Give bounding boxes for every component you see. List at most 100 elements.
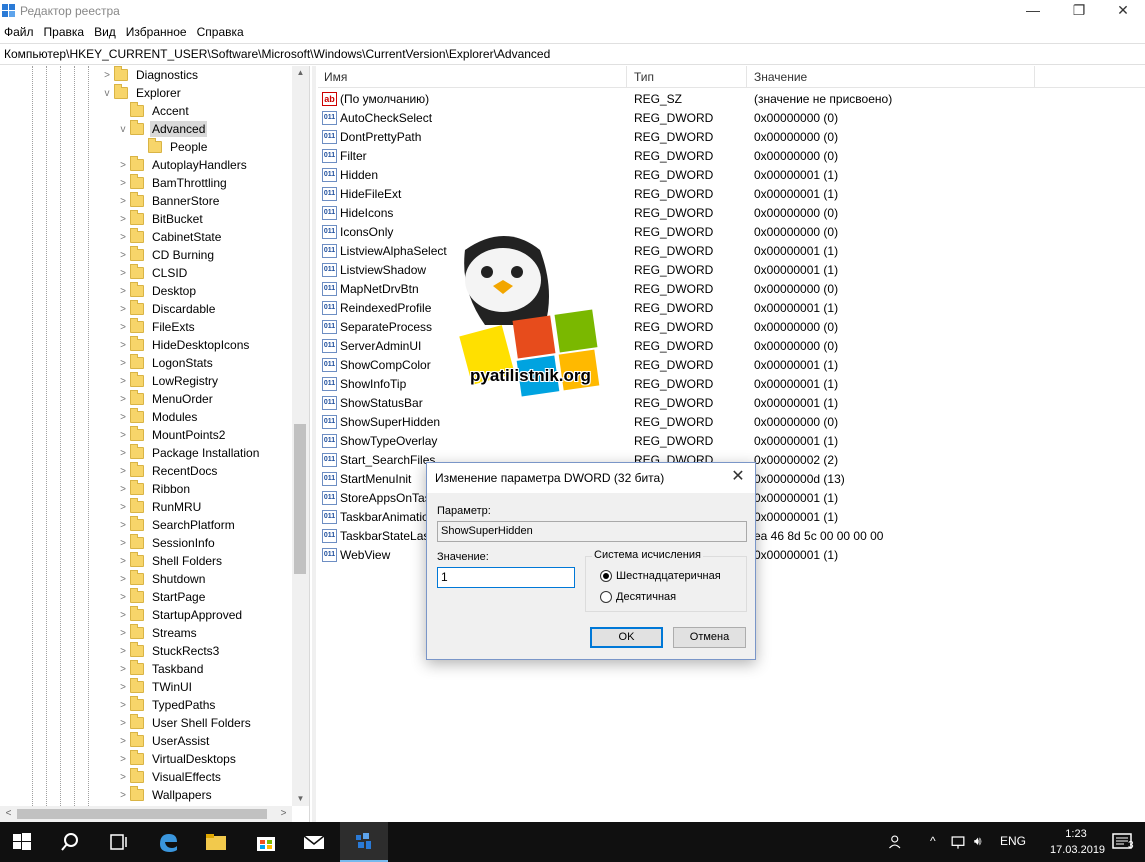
value-row[interactable]: 011 Hidden REG_DWORD 0x00000001 (1) <box>318 166 1145 185</box>
chevron-right-icon[interactable]: > <box>116 700 130 711</box>
chevron-right-icon[interactable]: > <box>100 70 114 81</box>
chevron-right-icon[interactable]: > <box>116 448 130 459</box>
chevron-right-icon[interactable]: > <box>116 466 130 477</box>
column-name[interactable]: Имя <box>324 70 347 84</box>
tree-item[interactable]: > RecentDocs <box>116 462 219 480</box>
people-icon[interactable] <box>888 830 906 854</box>
menu-help[interactable]: Справка <box>193 22 250 43</box>
menu-edit[interactable]: Правка <box>40 22 91 43</box>
mail-icon[interactable] <box>302 830 326 854</box>
close-icon[interactable]: ✕ <box>727 467 749 489</box>
chevron-right-icon[interactable]: > <box>116 628 130 639</box>
value-row[interactable]: 011 DontPrettyPath REG_DWORD 0x00000000 (0) <box>318 128 1145 147</box>
tree-item[interactable]: > SearchPlatform <box>116 516 237 534</box>
chevron-right-icon[interactable]: > <box>116 502 130 513</box>
value-row[interactable]: 011 ShowTypeOverlay REG_DWORD 0x00000001 (1… <box>318 432 1145 451</box>
value-row[interactable]: 011 ShowStatusBar REG_DWORD 0x00000001 (1) <box>318 394 1145 413</box>
scrollbar-thumb[interactable] <box>294 424 306 574</box>
value-row[interactable]: 011 ServerAdminUI REG_DWORD 0x00000000 (0) <box>318 337 1145 356</box>
chevron-down-icon[interactable]: v <box>100 88 114 99</box>
chevron-right-icon[interactable]: > <box>116 394 130 405</box>
chevron-right-icon[interactable]: > <box>116 304 130 315</box>
ok-button[interactable]: OK <box>590 627 663 648</box>
tree-item[interactable]: > UserAssist <box>116 732 211 750</box>
column-separator[interactable] <box>746 66 747 88</box>
tree-item[interactable]: > Shutdown <box>116 570 207 588</box>
chevron-right-icon[interactable]: > <box>116 736 130 747</box>
value-row[interactable]: 011 IconsOnly REG_DWORD 0x00000000 (0) <box>318 223 1145 242</box>
tree-item-advanced[interactable]: v Advanced <box>116 120 208 138</box>
tree-item[interactable]: > StartPage <box>116 588 207 606</box>
chevron-right-icon[interactable]: > <box>116 430 130 441</box>
tree-item[interactable]: > VirtualDesktops <box>116 750 238 768</box>
value-row[interactable]: 011 Filter REG_DWORD 0x00000000 (0) <box>318 147 1145 166</box>
chevron-right-icon[interactable]: > <box>116 484 130 495</box>
tree-item[interactable]: > CabinetState <box>116 228 223 246</box>
chevron-right-icon[interactable]: > <box>116 322 130 333</box>
chevron-right-icon[interactable]: > <box>116 718 130 729</box>
value-data-input[interactable]: 1 <box>437 567 575 588</box>
value-row[interactable]: 011 AutoCheckSelect REG_DWORD 0x00000000 (0… <box>318 109 1145 128</box>
edge-browser-icon[interactable] <box>156 830 180 854</box>
chevron-right-icon[interactable]: > <box>116 250 130 261</box>
chevron-right-icon[interactable]: > <box>116 160 130 171</box>
tree-item[interactable]: > AutoplayHandlers <box>116 156 249 174</box>
tree-item-explorer[interactable]: v Explorer <box>100 84 183 102</box>
value-row[interactable]: 011 MapNetDrvBtn REG_DWORD 0x00000000 (0) <box>318 280 1145 299</box>
chevron-right-icon[interactable]: > <box>116 358 130 369</box>
value-row[interactable]: 011 SeparateProcess REG_DWORD 0x00000000 (0… <box>318 318 1145 337</box>
chevron-right-icon[interactable]: > <box>116 286 130 297</box>
tree-item[interactable]: > LowRegistry <box>116 372 220 390</box>
registry-editor-icon[interactable] <box>352 830 376 854</box>
tree-item[interactable]: > RunMRU <box>116 498 203 516</box>
tree-item[interactable]: > Modules <box>116 408 199 426</box>
tree-item[interactable]: > Shell Folders <box>116 552 224 570</box>
tree-item[interactable]: > User Shell Folders <box>116 714 253 732</box>
language-indicator[interactable]: ENG <box>1000 834 1026 848</box>
chevron-right-icon[interactable]: > <box>116 520 130 531</box>
address-bar[interactable]: Компьютер\HKEY_CURRENT_USER\Software\Mic… <box>0 43 1145 65</box>
tree-item[interactable]: > CLSID <box>116 264 189 282</box>
chevron-right-icon[interactable]: > <box>116 790 130 801</box>
chevron-right-icon[interactable]: > <box>116 682 130 693</box>
task-view-icon[interactable] <box>106 830 130 854</box>
tree-item[interactable]: > FileExts <box>116 318 197 336</box>
tree-item[interactable]: > Package Installation <box>116 444 261 462</box>
value-row[interactable]: 011 ShowInfoTip REG_DWORD 0x00000001 (1) <box>318 375 1145 394</box>
menu-favorites[interactable]: Избранное <box>122 22 193 43</box>
tree-item[interactable]: > Desktop <box>116 282 198 300</box>
store-icon[interactable] <box>254 830 278 854</box>
tree-item[interactable]: > MenuOrder <box>116 390 215 408</box>
close-button[interactable]: ✕ <box>1100 0 1145 22</box>
scroll-left-icon[interactable]: < <box>0 806 17 822</box>
tree-item[interactable]: > CD Burning <box>116 246 216 264</box>
tree-item[interactable]: > Discardable <box>116 300 217 318</box>
file-explorer-icon[interactable] <box>204 830 228 854</box>
column-value[interactable]: Значение <box>754 70 807 84</box>
radio-unselected-icon[interactable] <box>600 591 612 603</box>
value-row[interactable]: 011 ListviewAlphaSelect REG_DWORD 0x0000000… <box>318 242 1145 261</box>
radio-selected-icon[interactable] <box>600 570 612 582</box>
chevron-right-icon[interactable]: > <box>116 592 130 603</box>
column-separator[interactable] <box>1034 66 1035 88</box>
volume-icon[interactable]: 🔊︎ <box>974 834 982 849</box>
start-windows-icon[interactable] <box>10 830 34 854</box>
value-row[interactable]: 011 ReindexedProfile REG_DWORD 0x00000001 (… <box>318 299 1145 318</box>
tree-item[interactable]: > BamThrottling <box>116 174 229 192</box>
tree-item[interactable]: > TWinUI <box>116 678 194 696</box>
scrollbar-thumb[interactable] <box>17 809 267 819</box>
chevron-right-icon[interactable]: > <box>116 610 130 621</box>
dec-radio[interactable]: Десятичная <box>600 590 676 604</box>
chevron-right-icon[interactable]: > <box>116 646 130 657</box>
menu-file[interactable]: Файл <box>0 22 40 43</box>
tree-item[interactable]: > StuckRects3 <box>116 642 221 660</box>
column-type[interactable]: Тип <box>634 70 654 84</box>
chevron-right-icon[interactable]: > <box>116 538 130 549</box>
tree-horizontal-scrollbar[interactable]: < > <box>0 806 292 822</box>
tree-item[interactable]: > Wallpapers <box>116 786 214 804</box>
chevron-right-icon[interactable]: > <box>116 754 130 765</box>
tree-item-people[interactable]: People <box>134 138 209 156</box>
chevron-right-icon[interactable]: > <box>116 664 130 675</box>
value-row[interactable]: 011 ShowSuperHidden REG_DWORD 0x00000000 (0… <box>318 413 1145 432</box>
tree-item[interactable]: > BannerStore <box>116 192 221 210</box>
